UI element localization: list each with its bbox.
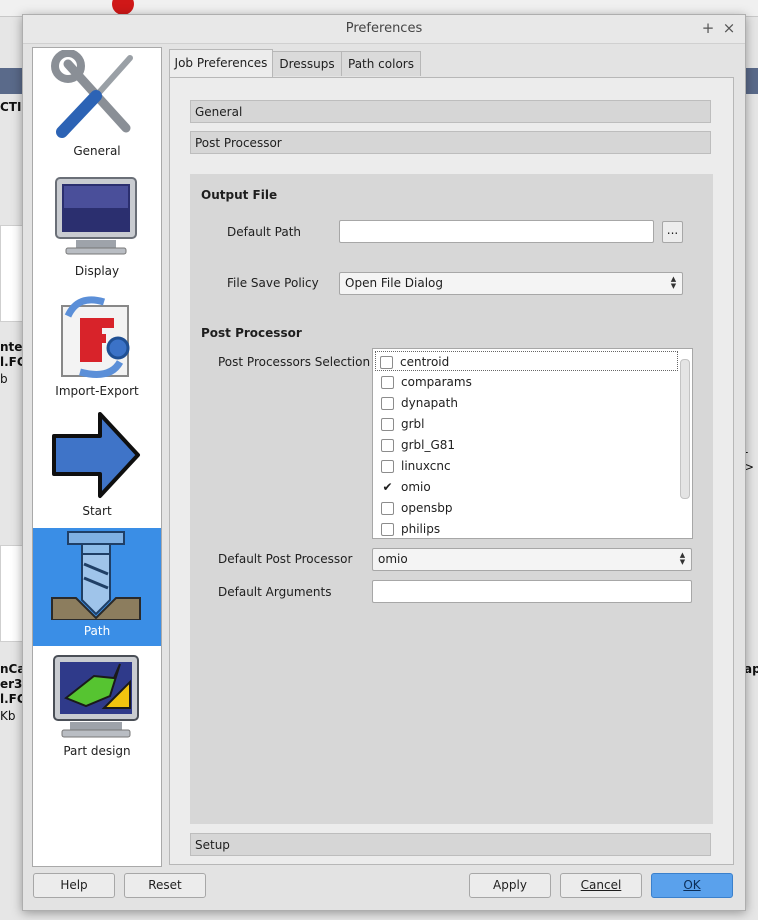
- ok-button[interactable]: OK: [651, 873, 733, 898]
- checkbox[interactable]: [380, 356, 393, 369]
- tab-path-colors[interactable]: Path colors: [341, 51, 421, 76]
- page-label: Path: [83, 624, 111, 638]
- list-item-grbl[interactable]: grbl: [377, 414, 677, 434]
- post-processor-section-body: Output File Default Path ... File Save P…: [190, 174, 713, 824]
- list-item-omio[interactable]: ✔ omio: [377, 477, 677, 497]
- background-text: er3: [0, 677, 23, 691]
- section-general[interactable]: General: [190, 100, 711, 123]
- background-text: ->: [744, 445, 755, 474]
- cancel-button[interactable]: Cancel: [560, 873, 642, 898]
- page-item-part-design[interactable]: Part design: [33, 648, 161, 766]
- file-save-policy-value: Open File Dialog: [345, 276, 443, 290]
- page-item-import-export[interactable]: Import-Export: [33, 288, 161, 406]
- page-label: Display: [74, 264, 120, 278]
- pin-button[interactable]: +: [700, 19, 716, 37]
- background-card: [0, 225, 24, 322]
- monitor-icon: [55, 177, 137, 255]
- background-text: Kb: [0, 709, 16, 723]
- default-path-label: Default Path: [227, 225, 302, 239]
- list-item-dynapath[interactable]: dynapath: [377, 393, 677, 413]
- list-item-label: dynapath: [401, 396, 458, 410]
- list-item-opensbp[interactable]: opensbp: [377, 498, 677, 518]
- post-processor-heading: Post Processor: [201, 326, 302, 340]
- wrench-screwdriver-icon: [51, 50, 133, 138]
- page-label: Import-Export: [55, 384, 139, 398]
- job-preferences-pane: General Post Processor Output File Defau…: [169, 77, 734, 865]
- page-label: Start: [82, 504, 112, 518]
- list-item-philips[interactable]: philips: [377, 519, 677, 538]
- section-post-processor[interactable]: Post Processor: [190, 131, 711, 154]
- page-label: General: [73, 144, 121, 158]
- close-button[interactable]: ×: [721, 19, 737, 37]
- list-item-label: omio: [401, 480, 431, 494]
- page-item-display[interactable]: Display: [33, 168, 161, 286]
- tab-dressups[interactable]: Dressups: [272, 51, 342, 76]
- checkbox[interactable]: [381, 397, 394, 410]
- checkbox[interactable]: [381, 439, 394, 452]
- page-item-general[interactable]: General: [33, 48, 161, 166]
- tab-job-preferences[interactable]: Job Preferences: [169, 49, 273, 78]
- list-item-comparams[interactable]: comparams: [377, 372, 677, 392]
- checkbox[interactable]: [381, 460, 394, 473]
- list-item-linuxcnc[interactable]: linuxcnc: [377, 456, 677, 476]
- updown-icon: ▲ ▼: [670, 275, 677, 290]
- arrow-right-icon: [52, 412, 140, 498]
- section-setup[interactable]: Setup: [190, 833, 711, 856]
- post-processors-selection-label: Post Processors Selection: [218, 355, 371, 369]
- preference-page-list: General Display Import-Export Start Path…: [32, 47, 162, 867]
- default-post-processor-select[interactable]: omio ▲ ▼: [372, 548, 692, 571]
- list-scrollbar[interactable]: [680, 359, 690, 499]
- checkbox[interactable]: [381, 523, 394, 536]
- title-bar[interactable]: Preferences + ×: [23, 15, 745, 44]
- list-item-label: grbl_G81: [401, 438, 456, 452]
- list-item-grbl-g81[interactable]: grbl_G81: [377, 435, 677, 455]
- list-item-label: linuxcnc: [401, 459, 451, 473]
- default-post-processor-label: Default Post Processor: [218, 552, 353, 566]
- background-card: [0, 545, 24, 642]
- page-item-start[interactable]: Start: [33, 408, 161, 526]
- file-save-policy-label: File Save Policy: [227, 276, 319, 290]
- post-processor-list[interactable]: centroid comparams dynapath grbl grbl_G8…: [372, 348, 693, 539]
- background-text: ap: [744, 662, 758, 676]
- import-export-icon: [61, 296, 130, 378]
- checkbox[interactable]: [381, 502, 394, 515]
- list-item-label: grbl: [401, 417, 425, 431]
- file-save-policy-select[interactable]: Open File Dialog ▲ ▼: [339, 272, 683, 295]
- list-item-label: opensbp: [401, 501, 453, 515]
- list-item-label: comparams: [401, 375, 472, 389]
- list-item-label: centroid: [400, 355, 450, 369]
- browse-button[interactable]: ...: [662, 221, 683, 243]
- preferences-dialog: Preferences + × General Display Import-E…: [22, 14, 746, 911]
- part-design-icon: [53, 655, 139, 738]
- help-button[interactable]: Help: [33, 873, 115, 898]
- background-text: CTI: [0, 100, 22, 114]
- list-item-label: philips: [401, 522, 441, 536]
- checkbox[interactable]: [381, 418, 394, 431]
- checkbox[interactable]: [381, 376, 394, 389]
- default-arguments-input[interactable]: [372, 580, 692, 603]
- page-item-path[interactable]: Path: [33, 528, 161, 646]
- default-post-processor-value: omio: [378, 552, 408, 566]
- output-file-heading: Output File: [201, 188, 278, 202]
- page-label: Part design: [63, 744, 131, 758]
- apply-button[interactable]: Apply: [469, 873, 551, 898]
- checkmark-icon[interactable]: ✔: [381, 481, 394, 494]
- background-text: b: [0, 372, 8, 386]
- path-mill-icon: [51, 531, 141, 620]
- updown-icon: ▲ ▼: [679, 551, 686, 566]
- default-path-input[interactable]: [339, 220, 654, 243]
- reset-button[interactable]: Reset: [124, 873, 206, 898]
- default-arguments-label: Default Arguments: [218, 585, 332, 599]
- list-item-centroid[interactable]: centroid: [375, 351, 678, 371]
- dialog-title: Preferences: [345, 21, 423, 36]
